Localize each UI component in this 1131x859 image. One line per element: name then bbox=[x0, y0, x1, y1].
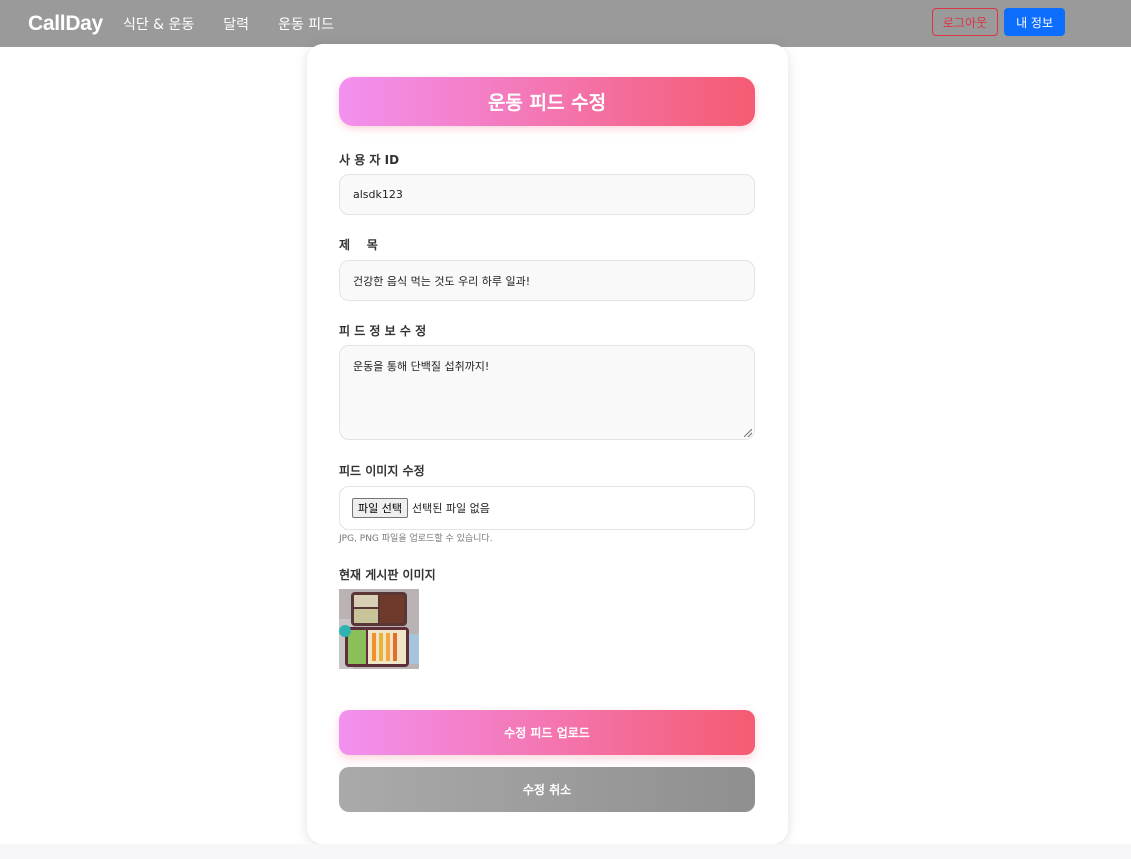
cancel-edit-button[interactable]: 수정 취소 bbox=[339, 767, 755, 812]
current-image-label: 현재 게시판 이미지 bbox=[339, 568, 436, 582]
file-hint: JPG, PNG 파일을 업로드할 수 있습니다. bbox=[339, 534, 493, 544]
feed-info-label: 피 드 정 보 수 정 bbox=[339, 324, 427, 338]
my-info-button[interactable]: 내 정보 bbox=[1004, 8, 1065, 36]
user-id-field[interactable]: alsdk123 bbox=[339, 174, 755, 215]
image-edit-label: 피드 이미지 수정 bbox=[339, 464, 425, 478]
navbar-actions: 로그아웃 내 정보 bbox=[931, 8, 1065, 36]
brand-logo[interactable]: CallDay bbox=[28, 12, 103, 36]
logout-button[interactable]: 로그아웃 bbox=[931, 8, 999, 36]
nav-link-calendar[interactable]: 달력 bbox=[223, 14, 249, 34]
user-id-value: alsdk123 bbox=[353, 188, 403, 201]
subject-label: 제 목 bbox=[339, 238, 378, 252]
choose-file-button[interactable]: 파일 선택 bbox=[352, 498, 408, 518]
page-title: 운동 피드 수정 bbox=[339, 77, 755, 126]
footer bbox=[0, 844, 1131, 859]
resize-handle-icon[interactable] bbox=[744, 429, 752, 437]
top-navbar: CallDay 식단 & 운동 달력 운동 피드 로그아웃 내 정보 bbox=[0, 0, 1131, 47]
current-feed-image bbox=[339, 589, 419, 669]
upload-edited-feed-button[interactable]: 수정 피드 업로드 bbox=[339, 710, 755, 755]
nav-link-exercise-feed[interactable]: 운동 피드 bbox=[278, 14, 334, 34]
feed-info-textarea[interactable]: 운동을 통해 단백질 섭취까지! bbox=[339, 345, 755, 440]
user-id-label: 사 용 자 ID bbox=[339, 153, 400, 167]
file-status-text: 선택된 파일 없음 bbox=[411, 502, 490, 515]
feed-info-value: 운동을 통해 단백질 섭취까지! bbox=[353, 360, 490, 373]
file-input: 파일 선택 선택된 파일 없음 bbox=[339, 486, 755, 530]
subject-value: 건강한 음식 먹는 것도 우리 하루 일과! bbox=[353, 274, 531, 288]
edit-feed-card: 운동 피드 수정 사 용 자 ID alsdk123 제 목 건강한 음식 먹는… bbox=[307, 44, 788, 844]
nav-link-diet-exercise[interactable]: 식단 & 운동 bbox=[123, 14, 194, 34]
subject-field[interactable]: 건강한 음식 먹는 것도 우리 하루 일과! bbox=[339, 260, 755, 301]
